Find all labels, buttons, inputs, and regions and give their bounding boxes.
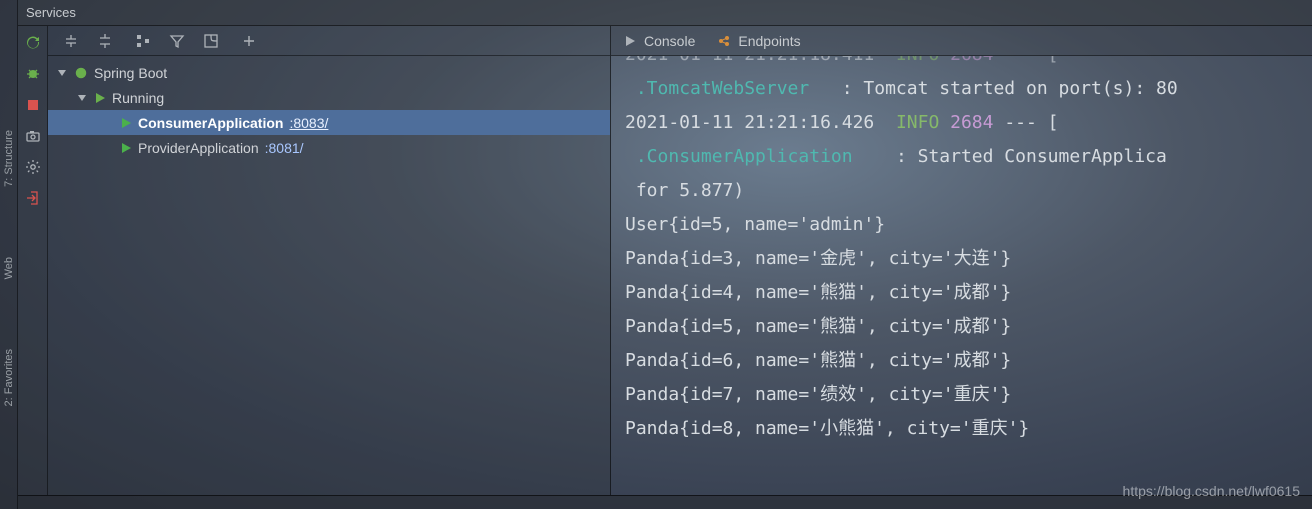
tree-node-label: Running (112, 90, 164, 106)
exit-button[interactable] (22, 187, 44, 209)
tree-node-spring-boot[interactable]: Spring Boot (48, 60, 610, 85)
tree-node-app[interactable]: ProviderApplication :8081/ (48, 135, 610, 160)
tree-toolbar (48, 26, 610, 56)
camera-icon (25, 128, 41, 144)
play-icon (120, 142, 132, 154)
run-button[interactable] (22, 63, 44, 85)
tree-node-label: Spring Boot (94, 65, 167, 81)
tab-label: Console (644, 33, 695, 49)
services-tab[interactable]: Services (26, 5, 76, 20)
play-icon (623, 34, 637, 48)
tree-node-running[interactable]: Running (48, 85, 610, 110)
camera-button[interactable] (22, 125, 44, 147)
stop-icon (25, 97, 41, 113)
app-name: ConsumerApplication (138, 115, 283, 131)
exit-icon (25, 190, 41, 206)
expand-all-icon (63, 33, 79, 49)
gutter-tab-web[interactable]: Web (3, 257, 15, 279)
tool-window-tabbar: Services (18, 0, 1312, 26)
spring-icon (74, 66, 88, 80)
filter-icon (169, 33, 185, 49)
gear-icon (25, 159, 41, 175)
settings-button[interactable] (22, 156, 44, 178)
stop-button[interactable] (22, 94, 44, 116)
services-tree[interactable]: Spring Boot Running ConsumerApplication … (48, 56, 610, 495)
rerun-button[interactable] (22, 32, 44, 54)
app-port: :8081/ (265, 140, 304, 156)
chevron-down-icon (58, 68, 68, 78)
play-icon (120, 117, 132, 129)
plus-icon (241, 33, 257, 49)
tab-endpoints[interactable]: Endpoints (717, 33, 800, 49)
view-mode-button[interactable] (200, 30, 222, 52)
tab-console[interactable]: Console (623, 33, 695, 49)
left-gutter: 7: Structure Web 2: Favorites (0, 0, 18, 509)
watermark: https://blog.csdn.net/lwf0615 (1123, 483, 1300, 499)
rerun-icon (25, 35, 41, 51)
collapse-all-button[interactable] (94, 30, 116, 52)
group-icon (135, 33, 151, 49)
gutter-tab-structure[interactable]: 7: Structure (3, 130, 15, 187)
right-tabs: Console Endpoints (611, 26, 1312, 56)
expand-all-button[interactable] (60, 30, 82, 52)
tab-label: Endpoints (738, 33, 800, 49)
play-icon (94, 92, 106, 104)
layout-icon (203, 33, 219, 49)
endpoints-icon (717, 34, 731, 48)
filter-button[interactable] (166, 30, 188, 52)
app-port: :8083/ (289, 115, 328, 131)
collapse-all-icon (97, 33, 113, 49)
bottom-strip (18, 495, 1312, 509)
app-name: ProviderApplication (138, 140, 259, 156)
gutter-tab-favorites[interactable]: 2: Favorites (3, 349, 15, 406)
console-output[interactable]: 2021-01-11 21:21:18.411 INFO 2684 --- [ … (611, 56, 1312, 495)
group-by-button[interactable] (132, 30, 154, 52)
chevron-down-icon (78, 93, 88, 103)
bug-icon (25, 66, 41, 82)
add-service-button[interactable] (238, 30, 260, 52)
tree-node-app[interactable]: ConsumerApplication :8083/ (48, 110, 610, 135)
services-vertical-toolbar (18, 26, 48, 495)
